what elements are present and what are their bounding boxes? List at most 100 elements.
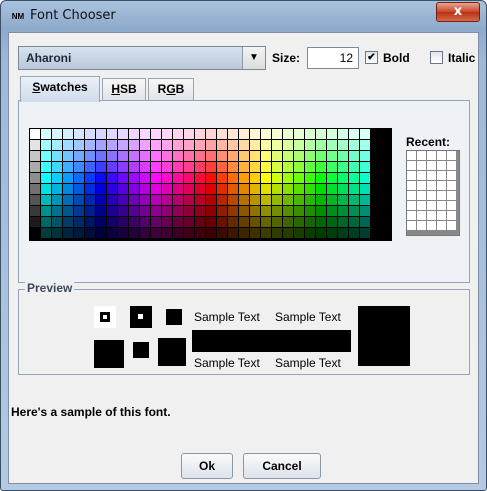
color-swatch[interactable] [63,184,73,194]
color-swatch[interactable] [129,140,139,150]
color-swatch[interactable] [129,228,139,238]
color-swatch[interactable] [151,184,161,194]
color-swatch[interactable] [206,173,216,183]
color-swatch[interactable] [360,173,370,183]
color-swatch[interactable] [283,206,293,216]
color-swatch[interactable] [327,173,337,183]
color-swatch[interactable] [129,206,139,216]
color-swatch[interactable] [283,151,293,161]
color-swatch[interactable] [316,162,326,172]
color-swatch[interactable] [272,129,282,139]
color-swatch[interactable] [283,184,293,194]
color-swatch[interactable] [294,228,304,238]
recent-color-swatch[interactable] [437,151,446,160]
color-swatch[interactable] [173,228,183,238]
color-swatch[interactable] [206,140,216,150]
recent-color-swatch[interactable] [427,191,436,200]
color-swatch[interactable] [206,217,216,227]
color-swatch[interactable] [217,173,227,183]
color-swatch[interactable] [206,151,216,161]
color-swatch[interactable] [140,173,150,183]
color-swatch[interactable] [184,206,194,216]
color-swatch[interactable] [195,129,205,139]
color-swatch[interactable] [74,228,84,238]
color-swatch[interactable] [316,184,326,194]
color-swatch[interactable] [173,206,183,216]
color-swatch[interactable] [63,228,73,238]
color-swatch[interactable] [250,151,260,161]
color-swatch[interactable] [305,217,315,227]
recent-color-swatch[interactable] [407,221,416,230]
recent-color-swatch[interactable] [417,191,426,200]
color-swatch[interactable] [96,129,106,139]
color-swatch[interactable] [272,217,282,227]
color-swatch[interactable] [316,195,326,205]
tab-swatches[interactable]: Swatches [20,76,100,102]
color-swatch[interactable] [217,129,227,139]
color-swatch[interactable] [63,151,73,161]
color-swatch[interactable] [250,173,260,183]
color-swatch[interactable] [360,184,370,194]
recent-color-swatch[interactable] [417,171,426,180]
color-swatch[interactable] [305,173,315,183]
color-swatch[interactable] [316,129,326,139]
recent-color-swatch[interactable] [447,201,456,210]
color-swatch[interactable] [261,140,271,150]
recent-color-swatch[interactable] [407,161,416,170]
color-swatch[interactable] [338,184,348,194]
color-swatch[interactable] [305,162,315,172]
color-swatch[interactable] [228,217,238,227]
color-swatch[interactable] [360,151,370,161]
color-swatch[interactable] [349,140,359,150]
color-swatch[interactable] [129,217,139,227]
color-swatch[interactable] [305,151,315,161]
color-swatch[interactable] [96,217,106,227]
color-swatch[interactable] [129,151,139,161]
recent-color-swatch[interactable] [447,191,456,200]
color-swatch[interactable] [41,129,51,139]
color-swatch[interactable] [118,140,128,150]
color-swatch[interactable] [30,173,40,183]
recent-color-swatch[interactable] [437,161,446,170]
recent-color-swatch[interactable] [427,171,436,180]
color-swatch[interactable] [107,217,117,227]
color-swatch[interactable] [107,129,117,139]
recent-color-swatch[interactable] [437,171,446,180]
color-swatch[interactable] [294,162,304,172]
recent-color-swatch[interactable] [447,181,456,190]
color-swatch[interactable] [162,217,172,227]
color-swatch[interactable] [349,129,359,139]
recent-color-swatch[interactable] [427,161,436,170]
color-swatch[interactable] [305,195,315,205]
color-swatch[interactable] [184,217,194,227]
color-swatch[interactable] [96,140,106,150]
color-swatch[interactable] [107,162,117,172]
color-swatch[interactable] [173,217,183,227]
color-swatch[interactable] [96,162,106,172]
color-swatch[interactable] [228,129,238,139]
color-swatch[interactable] [162,184,172,194]
color-swatch[interactable] [85,151,95,161]
color-swatch[interactable] [272,140,282,150]
color-swatch[interactable] [349,151,359,161]
color-swatch[interactable] [349,184,359,194]
color-swatch[interactable] [173,140,183,150]
color-swatch[interactable] [338,129,348,139]
color-swatch[interactable] [173,173,183,183]
color-swatch[interactable] [85,195,95,205]
color-swatch[interactable] [63,140,73,150]
recent-color-swatch[interactable] [437,211,446,220]
color-swatch[interactable] [360,217,370,227]
color-swatch[interactable] [349,217,359,227]
color-swatch[interactable] [338,217,348,227]
recent-color-swatch[interactable] [407,151,416,160]
recent-color-swatch[interactable] [437,221,446,230]
size-input[interactable]: 12 [307,47,359,69]
color-swatch[interactable] [239,184,249,194]
color-swatch[interactable] [140,195,150,205]
color-swatch[interactable] [239,151,249,161]
color-swatch[interactable] [217,184,227,194]
color-swatch[interactable] [228,173,238,183]
color-swatch[interactable] [338,140,348,150]
color-swatch[interactable] [294,173,304,183]
